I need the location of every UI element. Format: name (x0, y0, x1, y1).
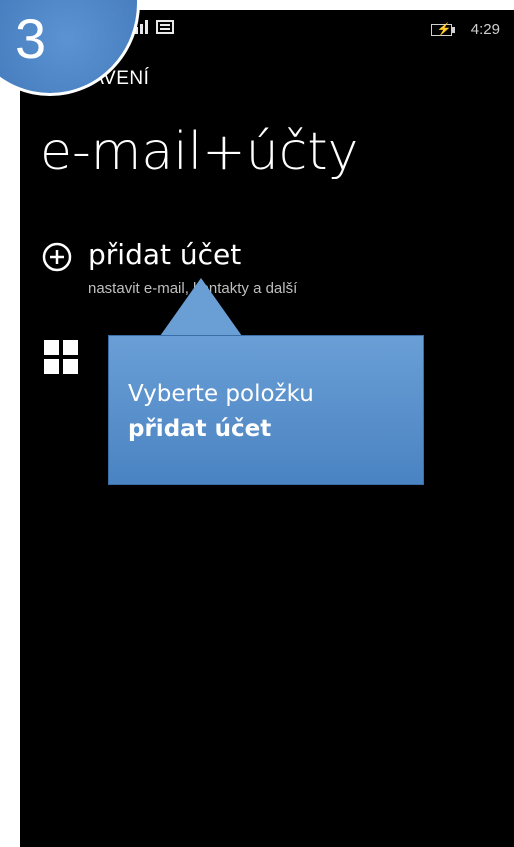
add-account-item[interactable]: přidat účet nastavit e-mail, kontakty a … (42, 238, 502, 308)
add-account-title: přidat účet (88, 238, 242, 271)
status-time: 4:29 (470, 21, 500, 38)
tutorial-page: ⚡ 4:29 NASTAVENÍ e-mail+účty přidat účet… (0, 0, 514, 847)
battery-charging-icon: ⚡ (430, 22, 457, 36)
callout-line1: Vyberte položku (128, 381, 314, 407)
callout-text: Vyberte položku přidat účet (128, 377, 314, 447)
windows-logo-icon[interactable] (44, 340, 78, 374)
callout-arrow (160, 278, 242, 336)
status-right: ⚡ 4:29 (430, 21, 500, 38)
callout-line2: přidat účet (128, 416, 272, 442)
step-number: 3 (15, 7, 47, 70)
add-circle-icon (42, 242, 72, 272)
page-title: e-mail+účty (40, 122, 359, 182)
phone-screen: ⚡ 4:29 NASTAVENÍ e-mail+účty přidat účet… (20, 10, 514, 847)
instruction-callout: Vyberte položku přidat účet (108, 335, 424, 485)
message-icon (156, 20, 174, 34)
